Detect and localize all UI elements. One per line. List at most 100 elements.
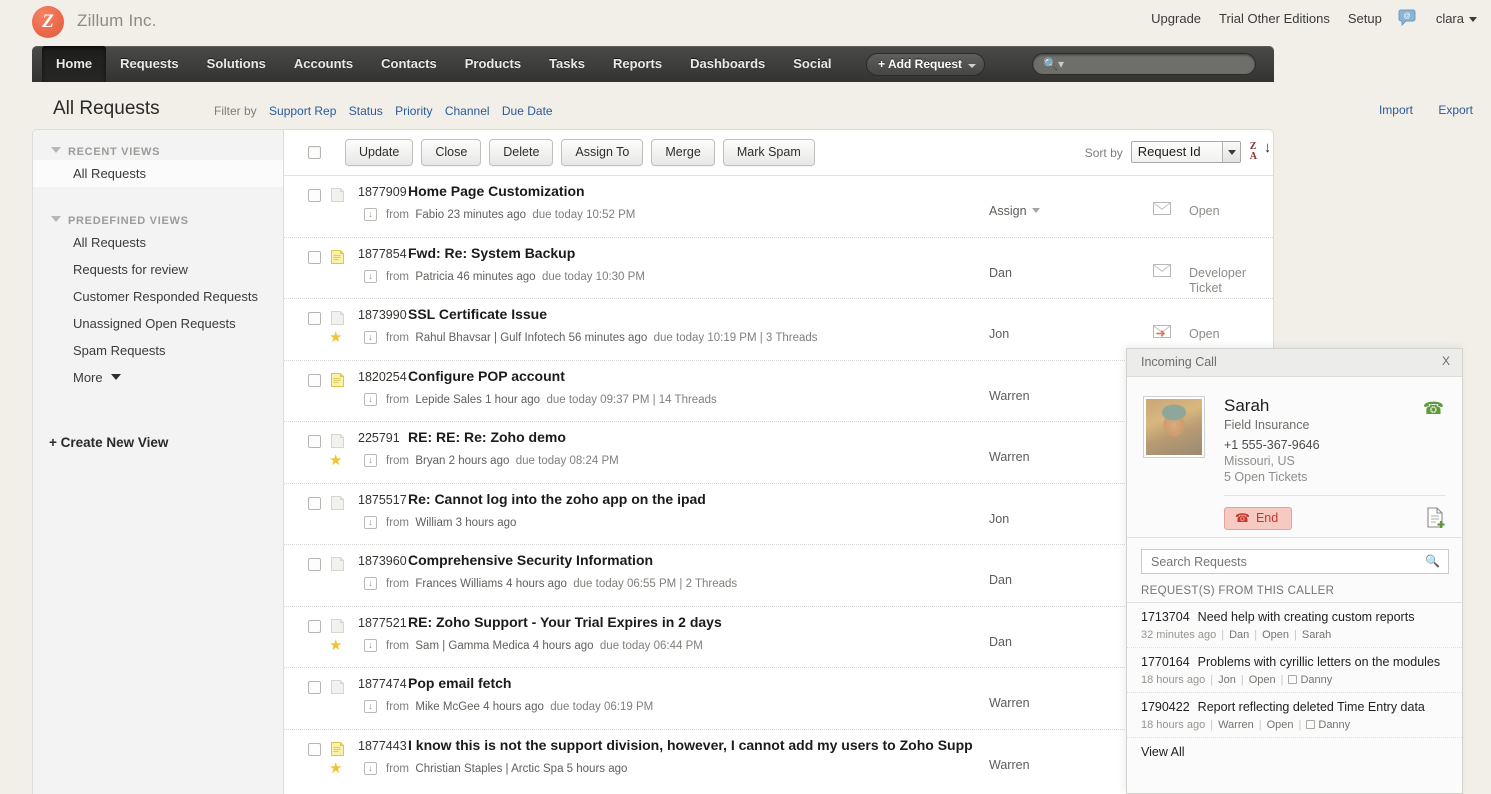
request-assignee[interactable]: Warren xyxy=(989,758,1030,772)
view-all-link[interactable]: View All xyxy=(1127,737,1462,759)
end-call-button[interactable]: ☎End xyxy=(1224,507,1292,530)
request-assignee[interactable]: Dan xyxy=(989,573,1012,587)
nav-item-solutions[interactable]: Solutions xyxy=(193,46,280,82)
request-subject[interactable]: RE: RE: Re: Zoho demo xyxy=(408,429,566,445)
request-subject[interactable]: Configure POP account xyxy=(408,368,565,384)
request-subject[interactable]: RE: Zoho Support - Your Trial Expires in… xyxy=(408,614,722,630)
create-new-view-button[interactable]: + Create New View xyxy=(49,435,168,450)
table-row[interactable]: 1820254Configure POP account↓from Lepide… xyxy=(284,360,1273,422)
request-assignee[interactable]: Warren xyxy=(989,389,1030,403)
list-item[interactable]: 1790422Report reflecting deleted Time En… xyxy=(1127,692,1462,737)
nav-item-reports[interactable]: Reports xyxy=(599,46,676,82)
table-row[interactable]: 1877474Pop email fetch↓from Mike McGee 4… xyxy=(284,667,1273,729)
filter-status[interactable]: Status xyxy=(349,104,383,118)
request-subject[interactable]: Re: Cannot log into the zoho app on the … xyxy=(408,491,706,507)
sidebar-item-spam-requests[interactable]: Spam Requests xyxy=(33,337,283,364)
search-requests-box[interactable]: 🔍 xyxy=(1141,549,1449,574)
global-search-box[interactable]: 🔍▾ xyxy=(1032,53,1256,75)
sidebar-item-recent-all-requests[interactable]: All Requests xyxy=(33,160,283,187)
user-menu[interactable]: clara xyxy=(1436,10,1477,28)
request-subject[interactable]: Fwd: Re: System Backup xyxy=(408,245,575,261)
note-icon[interactable] xyxy=(331,496,344,510)
caller-request-title[interactable]: Need help with creating custom reports xyxy=(1198,610,1415,624)
request-subject[interactable]: Comprehensive Security Information xyxy=(408,552,653,568)
row-checkbox[interactable] xyxy=(308,558,321,571)
request-subject[interactable]: I know this is not the support division,… xyxy=(408,737,973,753)
sidebar-item-more[interactable]: More xyxy=(33,364,283,391)
list-item[interactable]: 1770164Problems with cyrillic letters on… xyxy=(1127,647,1462,692)
request-assignee[interactable]: Warren xyxy=(989,696,1030,710)
note-icon[interactable] xyxy=(331,188,344,202)
sort-direction-toggle[interactable]: ZA↓ xyxy=(1250,142,1257,162)
row-checkbox[interactable] xyxy=(308,312,321,325)
request-assignee[interactable]: Assign xyxy=(989,204,1040,218)
nav-item-requests[interactable]: Requests xyxy=(106,46,193,82)
caller-request-title[interactable]: Problems with cyrillic letters on the mo… xyxy=(1198,655,1440,669)
table-row[interactable]: ★1873990SSL Certificate Issue↓from Rahul… xyxy=(284,298,1273,360)
table-row[interactable]: ★1877521RE: Zoho Support - Your Trial Ex… xyxy=(284,606,1273,668)
request-subject[interactable]: Pop email fetch xyxy=(408,675,511,691)
import-link[interactable]: Import xyxy=(1379,103,1413,117)
caller-request-title[interactable]: Report reflecting deleted Time Entry dat… xyxy=(1198,700,1425,714)
row-checkbox[interactable] xyxy=(308,620,321,633)
request-subject[interactable]: SSL Certificate Issue xyxy=(408,306,547,322)
close-button[interactable]: Close xyxy=(421,139,481,166)
row-checkbox[interactable] xyxy=(308,497,321,510)
nav-item-home[interactable]: Home xyxy=(42,46,106,82)
sidebar-group-predefined-views[interactable]: PREDEFINED VIEWS xyxy=(33,187,283,229)
table-row[interactable]: ★1877443I know this is not the support d… xyxy=(284,729,1273,791)
select-all-checkbox[interactable] xyxy=(308,146,321,159)
star-icon[interactable]: ★ xyxy=(329,330,342,345)
sidebar-item-customer-responded-requests[interactable]: Customer Responded Requests xyxy=(33,283,283,310)
request-assignee[interactable]: Warren xyxy=(989,450,1030,464)
add-request-button[interactable]: + Add Request xyxy=(866,53,985,76)
row-checkbox[interactable] xyxy=(308,743,321,756)
nav-item-accounts[interactable]: Accounts xyxy=(280,46,367,82)
close-icon[interactable]: X xyxy=(1442,354,1450,368)
nav-item-tasks[interactable]: Tasks xyxy=(535,46,599,82)
request-subject[interactable]: Home Page Customization xyxy=(408,183,585,199)
request-assignee[interactable]: Dan xyxy=(989,266,1012,280)
trial-other-editions-link[interactable]: Trial Other Editions xyxy=(1219,10,1330,28)
sidebar-item-requests-for-review[interactable]: Requests for review xyxy=(33,256,283,283)
star-icon[interactable]: ★ xyxy=(329,761,342,776)
note-icon[interactable] xyxy=(331,250,344,264)
row-checkbox[interactable] xyxy=(308,189,321,202)
note-icon[interactable] xyxy=(331,373,344,387)
note-icon[interactable] xyxy=(331,557,344,571)
table-row[interactable]: ★225791RE: RE: Re: Zoho demo↓from Bryan … xyxy=(284,421,1273,483)
nav-item-social[interactable]: Social xyxy=(779,46,845,82)
nav-item-products[interactable]: Products xyxy=(451,46,535,82)
table-row[interactable]: 1873960Comprehensive Security Informatio… xyxy=(284,544,1273,606)
request-assignee[interactable]: Dan xyxy=(989,635,1012,649)
request-assignee[interactable]: Jon xyxy=(989,327,1009,341)
nav-item-dashboards[interactable]: Dashboards xyxy=(676,46,779,82)
filter-support-rep[interactable]: Support Rep xyxy=(269,104,336,118)
upgrade-link[interactable]: Upgrade xyxy=(1151,10,1201,28)
note-icon[interactable] xyxy=(331,311,344,325)
sidebar-item-all-requests[interactable]: All Requests xyxy=(33,229,283,256)
row-checkbox[interactable] xyxy=(308,251,321,264)
table-row[interactable]: 1877854Fwd: Re: System Backup↓from Patri… xyxy=(284,237,1273,299)
request-assignee[interactable]: Jon xyxy=(989,512,1009,526)
note-icon[interactable] xyxy=(331,434,344,448)
sort-by-select[interactable]: Request Id xyxy=(1131,141,1241,163)
star-icon[interactable]: ★ xyxy=(329,453,342,468)
add-request-document-icon[interactable] xyxy=(1426,507,1446,529)
filter-channel[interactable]: Channel xyxy=(445,104,490,118)
phone-icon[interactable]: ☎ xyxy=(1423,399,1444,419)
star-icon[interactable]: ★ xyxy=(329,638,342,653)
chat-icon[interactable]: @ xyxy=(1398,9,1418,27)
row-checkbox[interactable] xyxy=(308,435,321,448)
table-row[interactable]: 1877909Home Page Customization↓from Fabi… xyxy=(284,175,1273,237)
table-row[interactable]: 1875517Re: Cannot log into the zoho app … xyxy=(284,483,1273,545)
assign-to-button[interactable]: Assign To xyxy=(561,139,643,166)
delete-button[interactable]: Delete xyxy=(489,139,553,166)
mark-spam-button[interactable]: Mark Spam xyxy=(723,139,815,166)
setup-link[interactable]: Setup xyxy=(1348,10,1382,28)
sidebar-group-recent-views[interactable]: RECENT VIEWS xyxy=(33,130,283,160)
row-checkbox[interactable] xyxy=(308,374,321,387)
merge-button[interactable]: Merge xyxy=(651,139,714,166)
row-checkbox[interactable] xyxy=(308,681,321,694)
search-requests-input[interactable] xyxy=(1149,553,1419,571)
